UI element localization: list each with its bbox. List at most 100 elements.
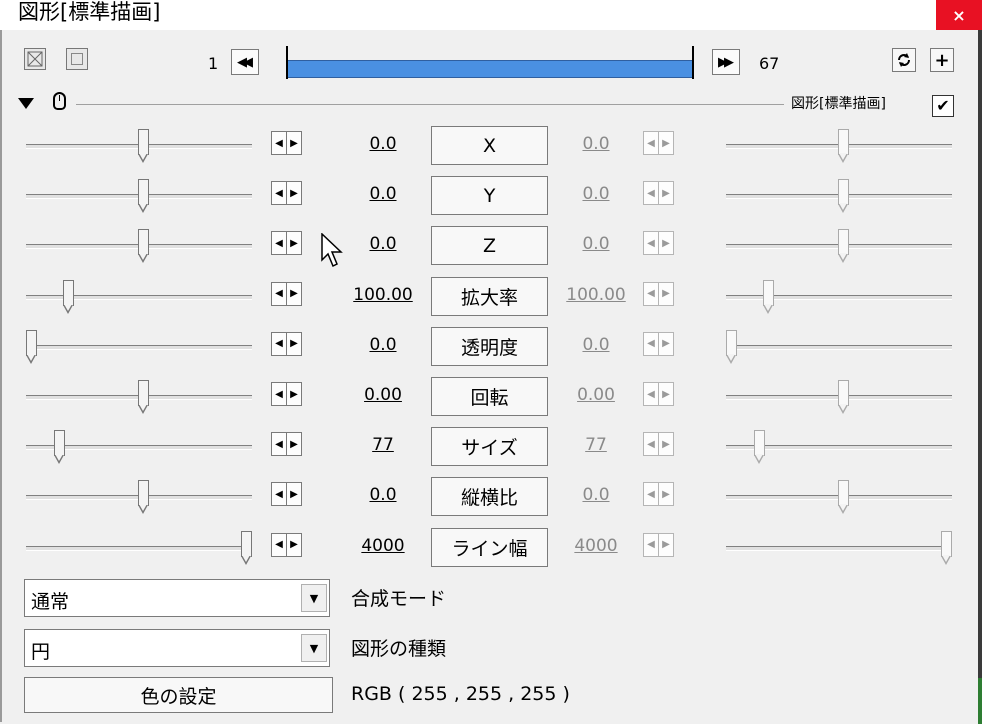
slider-thumb-start[interactable]: [138, 480, 149, 515]
param-button[interactable]: Z: [431, 226, 548, 266]
param-value-end: 0.0: [582, 134, 610, 154]
param-value-start[interactable]: 77: [343, 435, 423, 455]
timeline-range[interactable]: [286, 46, 694, 79]
increment-arrow-icon[interactable]: ▶: [287, 283, 301, 305]
color-value: RGB ( 255 , 255 , 255 ): [351, 683, 570, 705]
increment-arrow-icon[interactable]: ▶: [287, 534, 301, 556]
param-row: ◀ ▶ 0.0 縦横比 0.0 ◀ ▶: [0, 477, 982, 527]
increment-arrow-icon: ▶: [662, 137, 670, 149]
param-track-end: [726, 344, 952, 350]
decrement-arrow-icon[interactable]: ◀: [272, 132, 287, 154]
param-track-start[interactable]: [26, 294, 252, 300]
increment-arrow-icon[interactable]: ▶: [287, 132, 301, 154]
object-enable-checkbox[interactable]: ✔: [932, 95, 954, 117]
slider-thumb-start[interactable]: [138, 380, 149, 414]
increment-arrow-icon[interactable]: ▶: [287, 383, 301, 405]
param-track-start[interactable]: [26, 545, 252, 551]
stepper-start[interactable]: ◀ ▶: [271, 181, 302, 206]
window-title: 図形[標準描画]: [18, 0, 161, 24]
blend-mode-label: 合成モード: [351, 588, 447, 610]
stepper-start[interactable]: ◀ ▶: [271, 281, 302, 306]
blend-mode-select[interactable]: 通常 ▼: [24, 579, 330, 617]
increment-arrow-icon[interactable]: ▶: [287, 483, 301, 505]
stepper-start[interactable]: ◀ ▶: [271, 382, 302, 406]
param-track-start[interactable]: [26, 344, 252, 350]
shape-type-select[interactable]: 円 ▼: [24, 629, 330, 667]
collapse-triangle-icon[interactable]: [18, 98, 34, 109]
increment-arrow-icon: ▶: [662, 338, 670, 350]
param-button[interactable]: Y: [431, 176, 548, 216]
param-button[interactable]: X: [431, 126, 548, 165]
increment-arrow-icon[interactable]: ▶: [287, 433, 301, 455]
param-button[interactable]: 回転: [431, 377, 548, 416]
param-button[interactable]: サイズ: [431, 427, 548, 467]
slider-thumb-start[interactable]: [241, 530, 252, 565]
param-value-start[interactable]: 0.0: [343, 335, 423, 355]
param-value-start[interactable]: 0.0: [343, 234, 423, 254]
next-keyframe-button[interactable]: ▶▶: [712, 49, 740, 75]
param-button[interactable]: 透明度: [431, 326, 548, 366]
frame-icon[interactable]: [66, 48, 88, 70]
stepper-start[interactable]: ◀ ▶: [271, 331, 302, 356]
increment-arrow-icon: ▶: [662, 539, 670, 551]
decrement-arrow-icon[interactable]: ◀: [272, 483, 287, 506]
param-value-start[interactable]: 0.0: [343, 134, 423, 154]
param-value-end: 0.0: [582, 334, 610, 355]
mouse-icon: [53, 92, 66, 110]
timeline-bar[interactable]: [288, 60, 692, 78]
stepper-end: ◀ ▶: [643, 281, 674, 306]
stepper-end: ◀ ▶: [643, 331, 674, 356]
decrement-arrow-icon: ◀: [644, 533, 659, 556]
stepper-start[interactable]: ◀ ▶: [271, 482, 302, 507]
param-value-start[interactable]: 100.00: [343, 285, 423, 305]
slider-thumb-end: [763, 279, 774, 314]
decrement-arrow-icon[interactable]: ◀: [272, 383, 287, 405]
increment-arrow-icon[interactable]: ▶: [287, 232, 301, 254]
decrement-arrow-icon[interactable]: ◀: [272, 182, 287, 205]
param-button[interactable]: 縦横比: [431, 477, 548, 517]
link-icon[interactable]: [892, 48, 916, 72]
param-value-end: 77: [585, 435, 607, 456]
decrement-arrow-icon[interactable]: ◀: [272, 433, 287, 456]
param-row: ◀ ▶ 0.0 X 0.0 ◀ ▶: [0, 126, 982, 176]
decrement-arrow-icon[interactable]: ◀: [272, 533, 287, 556]
increment-arrow-icon[interactable]: ▶: [287, 333, 301, 355]
slider-thumb-start[interactable]: [63, 279, 74, 314]
slider-thumb-start[interactable]: [26, 329, 37, 364]
view-icon[interactable]: [24, 48, 46, 70]
decrement-arrow-icon[interactable]: ◀: [272, 282, 287, 305]
param-value-start[interactable]: 0.0: [343, 184, 423, 204]
param-value-start[interactable]: 4000: [343, 536, 423, 556]
increment-arrow-icon: ▶: [662, 438, 670, 450]
color-settings-button[interactable]: 色の設定: [24, 677, 333, 713]
chevron-down-icon[interactable]: ▼: [301, 634, 327, 662]
param-value-end: 100.00: [566, 284, 626, 305]
close-button[interactable]: ×: [936, 0, 982, 30]
param-value-end: 0.0: [582, 485, 610, 506]
decrement-arrow-icon: ◀: [644, 332, 659, 355]
stepper-start[interactable]: ◀ ▶: [271, 231, 302, 256]
slider-thumb-start[interactable]: [138, 179, 149, 214]
decrement-arrow-icon[interactable]: ◀: [272, 232, 287, 255]
stepper-start[interactable]: ◀ ▶: [271, 131, 302, 155]
stepper-start[interactable]: ◀ ▶: [271, 432, 302, 457]
slider-thumb-start[interactable]: [138, 229, 149, 264]
add-icon[interactable]: +: [930, 48, 954, 72]
param-value-start[interactable]: 0.0: [343, 485, 423, 505]
decrement-arrow-icon: ◀: [644, 232, 659, 255]
param-track-end: [726, 545, 952, 551]
param-button[interactable]: ライン幅: [431, 527, 548, 567]
slider-thumb-start[interactable]: [54, 430, 65, 465]
param-value-start[interactable]: 0.00: [343, 385, 423, 405]
chevron-down-icon[interactable]: ▼: [301, 584, 327, 612]
shape-type-value: 円: [31, 641, 51, 663]
stepper-end: ◀ ▶: [643, 532, 674, 557]
slider-thumb-end: [838, 129, 849, 163]
stepper-start[interactable]: ◀ ▶: [271, 532, 302, 557]
slider-thumb-start[interactable]: [138, 129, 149, 163]
increment-arrow-icon[interactable]: ▶: [287, 182, 301, 204]
decrement-arrow-icon: ◀: [644, 433, 659, 456]
prev-keyframe-button[interactable]: ◀◀: [231, 49, 259, 75]
decrement-arrow-icon[interactable]: ◀: [272, 332, 287, 355]
param-button[interactable]: 拡大率: [431, 276, 548, 316]
